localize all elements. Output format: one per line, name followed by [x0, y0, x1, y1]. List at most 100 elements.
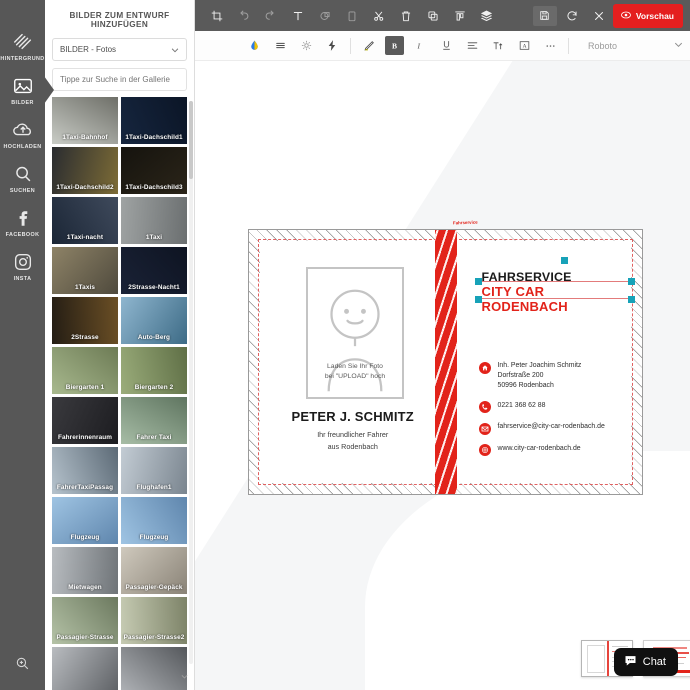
pen-icon[interactable]: [356, 31, 382, 61]
italic-icon[interactable]: I: [407, 31, 433, 61]
more-options-icon[interactable]: [537, 31, 563, 61]
card-heading-bottom[interactable]: CITY CAR RODENBACH: [482, 284, 632, 314]
font-size-icon[interactable]: [485, 31, 511, 61]
gallery-thumbnail[interactable]: 1Taxi-Dachschild2: [52, 147, 118, 194]
card-tagline-line2: aus Rodenbach: [327, 441, 378, 451]
gallery-thumbnail[interactable]: [52, 647, 118, 690]
contrast-lines-icon[interactable]: [267, 31, 293, 61]
gallery-thumbnail[interactable]: Passagier-Strasse: [52, 597, 118, 644]
card-front-panel[interactable]: Laden Sie Ihr Foto bei "UPLOAD" hoch PET…: [260, 241, 446, 483]
facebook-icon: [12, 207, 34, 229]
gallery-thumbnail[interactable]: [121, 647, 187, 690]
duplicate-icon[interactable]: [419, 0, 446, 31]
chevron-down-icon[interactable]: [180, 668, 189, 686]
align-top-icon[interactable]: [446, 0, 473, 31]
selection-handle-bottom-left[interactable]: [474, 296, 482, 303]
card-back-panel[interactable]: FAHRSERVICE CITY CAR RODENBACH Inh. Pete…: [446, 241, 635, 483]
selection-handle-bottom-right[interactable]: [627, 296, 635, 303]
refresh-icon[interactable]: [559, 0, 586, 31]
text-box-icon[interactable]: A: [511, 31, 537, 61]
crop-resize-icon[interactable]: [203, 0, 230, 31]
gallery-thumbnail[interactable]: Fahrer Taxi: [121, 397, 187, 444]
close-icon[interactable]: [586, 0, 613, 31]
contact-row[interactable]: fahrservice@city-car-rodenbach.de: [478, 422, 669, 435]
contact-row[interactable]: 0221 368 62 88: [478, 401, 669, 414]
gallery-thumbnail[interactable]: Flugzeug: [52, 497, 118, 544]
photo-hint-line2: bei "UPLOAD" hoch: [324, 373, 386, 381]
design-canvas[interactable]: Laden Sie Ihr Foto bei "UPLOAD" hoch PET…: [195, 61, 690, 690]
gallery-thumbnail[interactable]: Passagier-Gepäck: [121, 547, 187, 594]
card-heading-top[interactable]: FAHRSERVICE: [482, 270, 572, 284]
selection-handle-top[interactable]: [560, 257, 568, 264]
gallery-thumbnail[interactable]: Biergarten 1: [52, 347, 118, 394]
bold-icon[interactable]: B: [385, 36, 404, 55]
contact-row[interactable]: Inh. Peter Joachim Schmitz Dorfstraße 200…: [478, 361, 669, 392]
gallery-thumbnail[interactable]: 1Taxi-Dachschild1: [121, 97, 187, 144]
gallery-thumbnail[interactable]: 1Taxi-Bahnhof: [52, 97, 118, 144]
gallery-thumbnail[interactable]: Fahrerinnenraum: [52, 397, 118, 444]
gallery-thumbnail[interactable]: Passagier-Strasse2: [121, 597, 187, 644]
brightness-icon[interactable]: [293, 31, 319, 61]
gallery-thumbnail[interactable]: 1Taxi-nacht: [52, 197, 118, 244]
sidebar-item-bilder[interactable]: BILDER: [0, 68, 45, 112]
gallery-thumbnail[interactable]: FahrerTaxiPassag: [52, 447, 118, 494]
gallery-thumbnail[interactable]: Flugzeug: [121, 497, 187, 544]
svg-text:I: I: [417, 41, 421, 50]
sidebar-label-bilder: BILDER: [11, 100, 34, 106]
gallery-thumbnail[interactable]: 1Taxi: [121, 197, 187, 244]
gallery-thumbnail[interactable]: 1Taxi-Dachschild3: [121, 147, 187, 194]
save-icon[interactable]: [532, 5, 557, 26]
flash-icon[interactable]: [319, 31, 345, 61]
toolbar-left-group: [203, 0, 500, 31]
photo-placeholder[interactable]: Laden Sie Ihr Foto bei "UPLOAD" hoch: [306, 267, 404, 399]
gallery-thumbnail[interactable]: 2Strasse-Nacht1: [121, 247, 187, 294]
clipboard-icon[interactable]: [338, 0, 365, 31]
card-person-name[interactable]: PETER J. SCHMITZ: [260, 409, 446, 424]
format-toolbar: B I A Roboto: [195, 31, 690, 61]
gallery-thumbnail[interactable]: Biergarten 2: [121, 347, 187, 394]
card-red-spine[interactable]: [434, 230, 457, 494]
underline-icon[interactable]: [433, 31, 459, 61]
sidebar-item-hochladen[interactable]: HOCHLADEN: [0, 112, 45, 156]
undo-icon[interactable]: [230, 0, 257, 31]
sidebar-item-suchen[interactable]: SUCHEN: [0, 156, 45, 200]
chevron-down-icon: [170, 45, 179, 54]
gallery-search-input[interactable]: [52, 68, 187, 91]
trash-icon[interactable]: [392, 0, 419, 31]
sidebar-item-insta[interactable]: INSTA: [0, 244, 45, 288]
preview-button[interactable]: Vorschau: [612, 3, 683, 28]
business-card[interactable]: Laden Sie Ihr Foto bei "UPLOAD" hoch PET…: [248, 220, 643, 495]
gallery-thumbnail[interactable]: Auto-Berg: [121, 297, 187, 344]
layers-icon[interactable]: [473, 0, 500, 31]
sidebar-item-hintergrund[interactable]: HINTERGRUND: [0, 24, 45, 68]
spine-label: Fahrservice: [453, 219, 479, 226]
gallery-thumbnail[interactable]: Mietwagen: [52, 547, 118, 594]
panel-title: BILDER ZUM ENTWURF HINZUFÜGEN: [69, 11, 170, 29]
gallery-scrollbar[interactable]: [189, 101, 193, 664]
gallery-thumbnail[interactable]: 2Strasse: [52, 297, 118, 344]
sidebar-item-facebook[interactable]: FACEBOOK: [0, 200, 45, 244]
upload-cloud-icon: [12, 119, 34, 141]
zoom-in-icon[interactable]: [0, 655, 45, 672]
gallery-scroll-area[interactable]: 1Taxi-Bahnhof 1Taxi-Dachschild1 1Taxi-Dach…: [45, 97, 194, 690]
align-left-icon[interactable]: [459, 31, 485, 61]
card-contact-block[interactable]: Inh. Peter Joachim Schmitz Dorfstraße 200…: [478, 361, 669, 465]
card-tagline[interactable]: Ihr freundlicher Fahrer aus Rodenbach: [260, 429, 446, 452]
gallery-thumbnail[interactable]: Flughafen1: [121, 447, 187, 494]
contact-row[interactable]: www.city-car-rodenbach.de: [478, 444, 669, 457]
gallery-thumbnail[interactable]: 1Taxis: [52, 247, 118, 294]
sidebar-label-hochladen: HOCHLADEN: [3, 144, 42, 150]
selection-handle-top-right[interactable]: [627, 278, 635, 285]
font-family-select[interactable]: Roboto: [588, 41, 617, 51]
category-select-value: BILDER - Fotos: [60, 45, 117, 54]
text-icon[interactable]: [284, 0, 311, 31]
chat-button[interactable]: Chat: [613, 648, 678, 676]
contact-text: www.city-car-rodenbach.de: [498, 444, 581, 454]
redo-icon[interactable]: [257, 0, 284, 31]
selection-handle-top-left[interactable]: [474, 278, 482, 285]
shape-icon[interactable]: [311, 0, 338, 31]
category-select[interactable]: BILDER - Fotos: [52, 38, 187, 61]
chevron-down-icon[interactable]: [673, 37, 684, 55]
scissors-icon[interactable]: [365, 0, 392, 31]
color-drop-icon[interactable]: [241, 31, 267, 61]
